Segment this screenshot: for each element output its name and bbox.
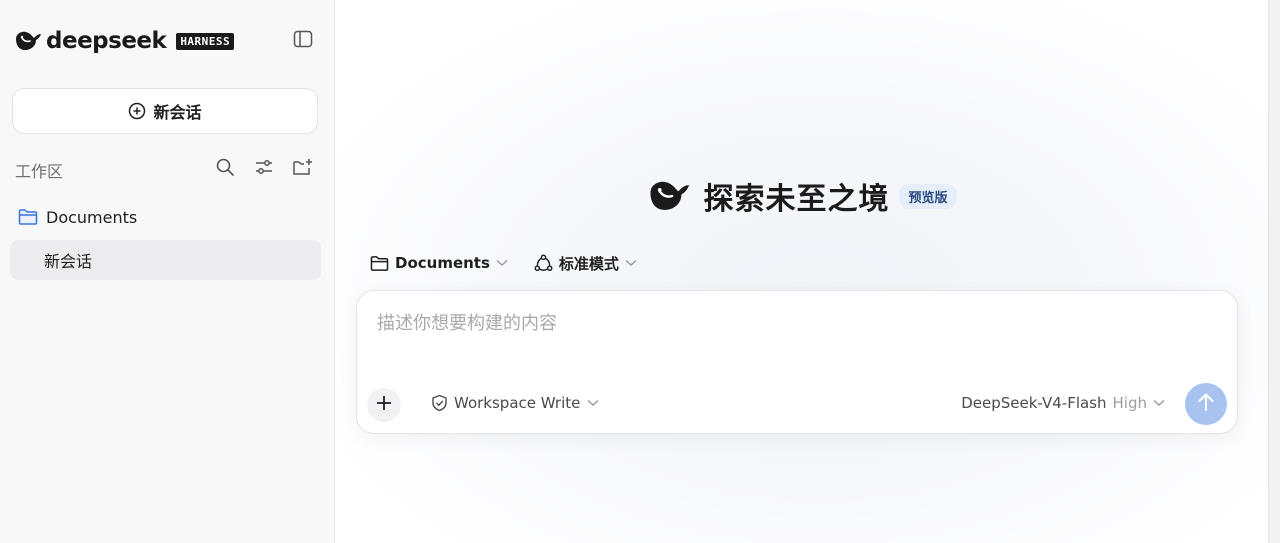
whale-logo-icon	[647, 178, 691, 214]
chevron-down-icon	[1153, 399, 1165, 407]
folder-selector[interactable]: Documents	[370, 254, 508, 272]
folder-documents[interactable]: Documents	[18, 205, 137, 229]
sidebar-toggle-icon	[293, 29, 313, 53]
brand[interactable]: deepseek HARNESS	[14, 26, 235, 56]
sidebar-toggle-button[interactable]	[292, 30, 314, 52]
hero-title: 探索未至之境	[703, 182, 890, 217]
plus-circle-icon	[128, 102, 146, 120]
brand-name: deepseek	[46, 28, 167, 54]
mode-selector-label: 标准模式	[558, 254, 619, 273]
send-button[interactable]	[1185, 383, 1227, 425]
model-name: DeepSeek-V4-Flash	[961, 394, 1107, 412]
permission-selector[interactable]: Workspace Write	[431, 394, 599, 412]
main-panel: 探索未至之境 预览版 Documents 标准模式 描述你想要构建的内容 Wor…	[336, 0, 1268, 543]
workspace-label: 工作区	[15, 162, 64, 181]
prompt-input[interactable]	[377, 313, 1217, 334]
filter-sliders-icon	[254, 157, 274, 181]
mode-selector[interactable]: 标准模式	[534, 253, 637, 274]
folder-icon	[18, 208, 38, 226]
folder-icon	[370, 255, 389, 272]
new-folder-icon	[292, 157, 314, 181]
brand-badge: HARNESS	[176, 32, 235, 50]
cycle-mode-icon	[534, 254, 553, 273]
model-level: High	[1112, 394, 1147, 412]
filter-button[interactable]	[251, 158, 277, 180]
new-chat-button[interactable]: 新会话	[12, 88, 318, 134]
app-window: deepseek HARNESS 新会话 工作区 Documents 新会话 探…	[0, 0, 1280, 543]
folder-label: Documents	[46, 207, 138, 227]
attach-button[interactable]	[367, 388, 401, 422]
model-selector[interactable]: DeepSeek-V4-Flash High	[961, 394, 1165, 412]
search-button[interactable]	[212, 158, 238, 180]
composer: Workspace Write DeepSeek-V4-Flash High	[356, 290, 1238, 434]
sidebar: deepseek HARNESS 新会话 工作区 Documents 新会话	[0, 0, 335, 543]
search-icon	[215, 157, 235, 181]
shield-check-icon	[431, 394, 448, 412]
window-edge	[1268, 0, 1280, 543]
folder-selector-label: Documents	[395, 254, 490, 272]
new-folder-button[interactable]	[290, 158, 316, 180]
chevron-down-icon	[625, 259, 637, 267]
whale-logo-icon	[14, 28, 44, 54]
session-label: 新会话	[44, 252, 93, 271]
session-item[interactable]: 新会话	[10, 240, 321, 280]
permission-label: Workspace Write	[454, 394, 581, 412]
chevron-down-icon	[587, 399, 599, 407]
new-chat-label: 新会话	[153, 103, 202, 122]
hero: 探索未至之境 预览版	[336, 176, 1268, 217]
arrow-up-icon	[1197, 392, 1215, 416]
context-selectors: Documents 标准模式	[370, 251, 637, 275]
preview-badge: 预览版	[899, 183, 957, 209]
chevron-down-icon	[496, 259, 508, 267]
plus-icon	[376, 395, 392, 415]
workspace-actions	[212, 158, 329, 180]
